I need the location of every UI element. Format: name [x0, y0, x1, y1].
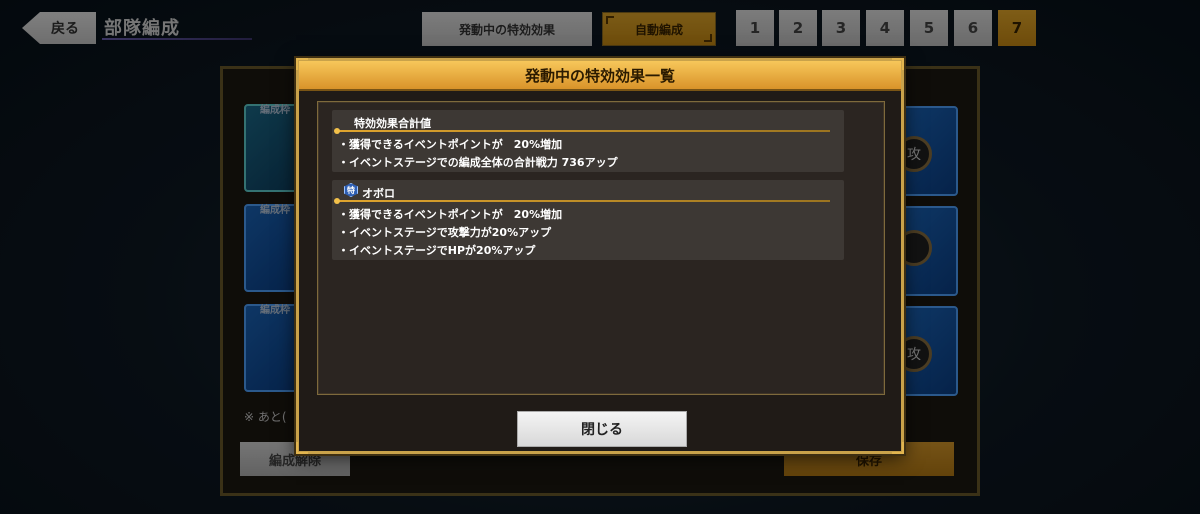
section-divider — [334, 198, 830, 204]
character-item-3: ・イベントステージでHPが20%アップ — [338, 244, 536, 257]
close-button-label: 閉じる — [581, 422, 623, 438]
modal-title: 発動中の特効効果一覧 — [299, 61, 901, 91]
effects-list-modal: 発動中の特効効果一覧 特効効果合計値 ・獲得できるイベントポイントが 20%増加… — [296, 58, 904, 454]
character-section: 特 オボロ ・獲得できるイベントポイントが 20%増加 ・イベントステージで攻撃… — [332, 180, 844, 260]
summary-item-2: ・イベントステージでの編成全体の合計戦力 736アップ — [338, 156, 618, 169]
summary-item-1: ・獲得できるイベントポイントが 20%増加 — [338, 138, 563, 151]
special-badge-icon: 特 — [344, 183, 358, 197]
summary-title: 特効効果合計値 — [354, 117, 431, 130]
summary-section: 特効効果合計値 ・獲得できるイベントポイントが 20%増加 ・イベントステージで… — [332, 110, 844, 172]
section-divider — [334, 128, 830, 134]
effects-list-container[interactable]: 特効効果合計値 ・獲得できるイベントポイントが 20%増加 ・イベントステージで… — [317, 101, 885, 395]
character-item-1: ・獲得できるイベントポイントが 20%増加 — [338, 208, 563, 221]
character-item-2: ・イベントステージで攻撃力が20%アップ — [338, 226, 552, 239]
close-button[interactable]: 閉じる — [517, 411, 687, 447]
character-name: オボロ — [362, 187, 395, 200]
